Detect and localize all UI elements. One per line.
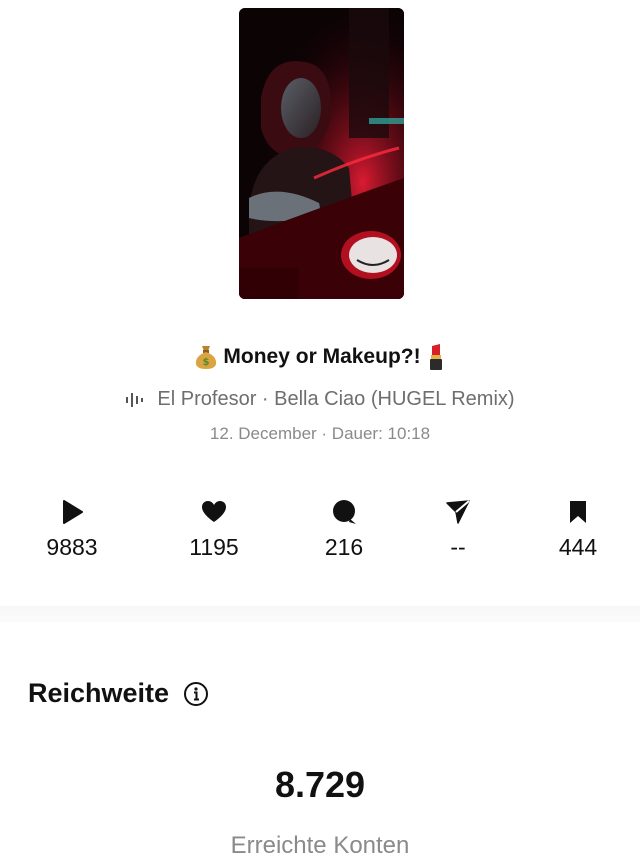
stat-saves: 444	[533, 498, 623, 561]
stat-shares: --	[413, 498, 503, 561]
stat-saves-value: 444	[558, 534, 598, 560]
post-meta: 12. December · Dauer: 10:18	[209, 424, 431, 443]
stat-plays-value: 9883	[46, 534, 98, 560]
lipstick-emoji-icon	[429, 344, 442, 370]
reel-thumbnail[interactable]	[239, 8, 404, 299]
stat-comments-value: 216	[324, 534, 364, 560]
post-title: Money or Makeup?!	[223, 345, 421, 368]
money-bag-emoji-icon: $	[196, 346, 217, 369]
share-icon	[446, 500, 470, 524]
stat-likes-value: 1195	[189, 534, 239, 560]
stat-shares-value: --	[450, 534, 466, 560]
stat-comments: 216	[299, 498, 389, 561]
post-insights-page: $ Money or Makeup?! El Profesor · Bella …	[0, 0, 640, 866]
svg-text:$: $	[203, 357, 210, 368]
reach-label: Erreichte Konten	[230, 832, 410, 859]
section-divider	[0, 606, 640, 622]
post-title-row: $ Money or Makeup?!	[0, 343, 640, 371]
reel-thumbnail-image	[239, 8, 404, 299]
comment-icon	[333, 500, 356, 524]
audio-track-label: El Profesor · Bella Ciao (HUGEL Remix)	[157, 388, 515, 410]
engagement-stats: 9883 1195 216 -- 444	[0, 498, 640, 568]
info-icon[interactable]	[183, 681, 209, 707]
stat-likes: 1195	[169, 498, 259, 561]
heart-icon	[202, 501, 226, 522]
bookmark-icon	[570, 501, 586, 523]
audio-track-row[interactable]: El Profesor · Bella Ciao (HUGEL Remix)	[0, 388, 640, 411]
stat-plays: 9883	[27, 498, 117, 561]
reach-value: 8.729	[274, 764, 366, 805]
audio-wave-icon	[126, 392, 144, 407]
play-icon	[63, 500, 83, 524]
reach-header: Reichweite	[28, 678, 209, 709]
reach-title: Reichweite	[28, 678, 170, 708]
